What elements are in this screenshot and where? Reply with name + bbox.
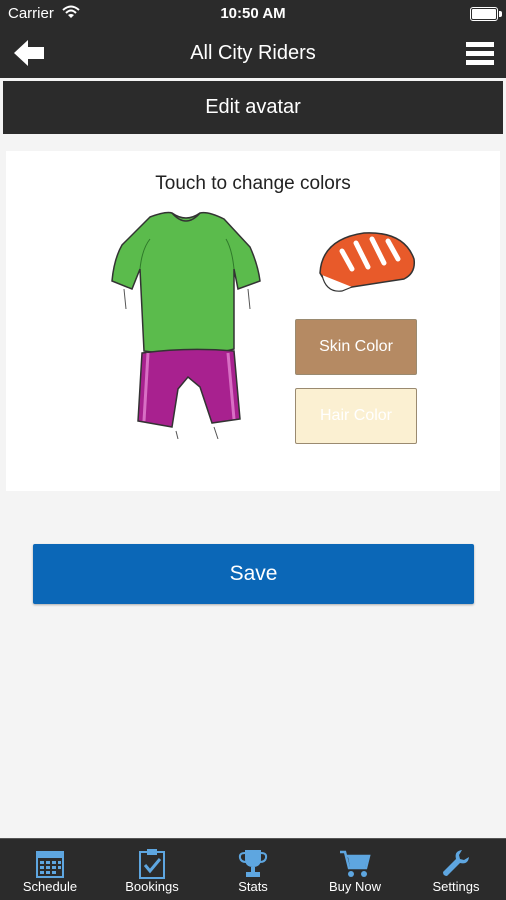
hamburger-menu-icon[interactable] bbox=[466, 41, 494, 65]
tab-bookings[interactable]: Bookings bbox=[102, 839, 202, 900]
tab-label: Schedule bbox=[22, 879, 78, 894]
calendar-icon bbox=[34, 847, 66, 879]
wrench-icon bbox=[440, 847, 472, 879]
tab-bar: Schedule Bookings Stats Buy Now Settings bbox=[0, 838, 506, 900]
shorts-icon[interactable] bbox=[128, 347, 246, 440]
tab-label: Settings bbox=[432, 879, 480, 894]
nav-bar: All City Riders bbox=[0, 28, 506, 78]
nav-title: All City Riders bbox=[190, 42, 316, 64]
cart-icon bbox=[339, 847, 371, 879]
skin-color-button[interactable]: Skin Color bbox=[295, 319, 417, 375]
clipboard-check-icon bbox=[136, 847, 168, 879]
status-bar: Carrier 10:50 AM bbox=[0, 0, 506, 28]
helmet-icon[interactable] bbox=[312, 229, 418, 301]
save-button[interactable]: Save bbox=[33, 544, 474, 604]
trophy-icon bbox=[237, 847, 269, 879]
tab-buy-now[interactable]: Buy Now bbox=[305, 839, 405, 900]
instruction-text: Touch to change colors bbox=[155, 173, 351, 194]
section-header: Edit avatar bbox=[3, 81, 503, 134]
tab-schedule[interactable]: Schedule bbox=[0, 839, 100, 900]
avatar-editor-card: Touch to change colors Skin Color Hair C… bbox=[6, 151, 500, 491]
tab-label: Buy Now bbox=[328, 879, 382, 894]
tab-label: Stats bbox=[238, 879, 268, 894]
battery-icon bbox=[470, 7, 502, 21]
tab-settings[interactable]: Settings bbox=[406, 839, 506, 900]
tab-stats[interactable]: Stats bbox=[203, 839, 303, 900]
hair-color-button[interactable]: Hair Color bbox=[295, 388, 417, 444]
tab-label: Bookings bbox=[125, 879, 179, 894]
clock: 10:50 AM bbox=[220, 5, 286, 22]
shirt-icon[interactable] bbox=[110, 209, 262, 359]
